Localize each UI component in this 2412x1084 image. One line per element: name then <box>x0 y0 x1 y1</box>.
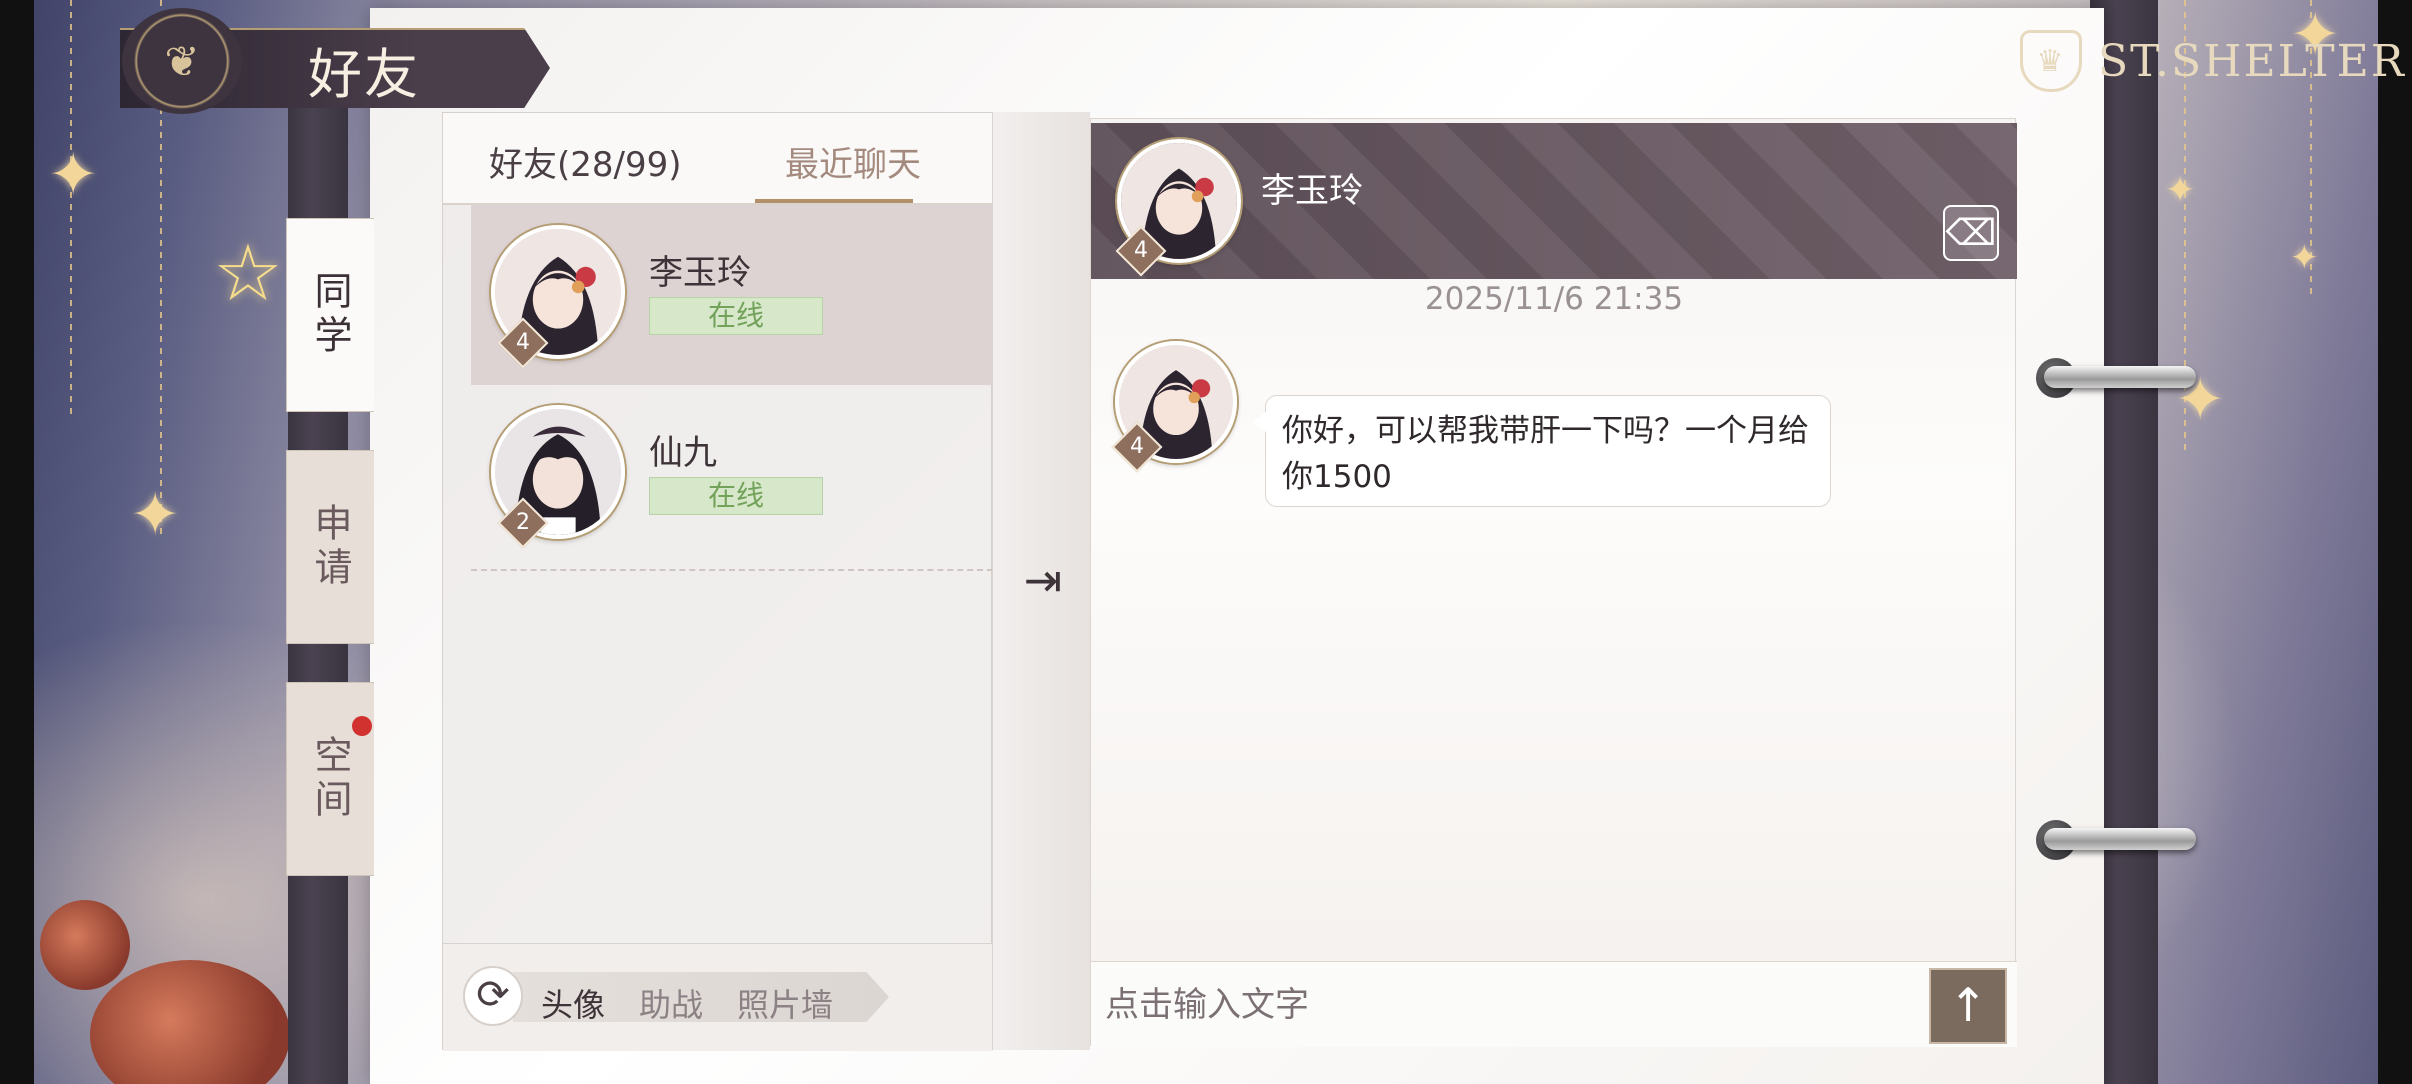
decor-string <box>70 0 72 420</box>
friend-list-panel: 好友(28/99) 最近聊天 4 李玉玲 在线 2 仙九 在线 ⟳ 头像 助战 … <box>442 112 993 1051</box>
page-title: 好友 <box>308 43 420 106</box>
brand-text: ST.SHELTER <box>2098 35 2406 87</box>
chat-input[interactable] <box>1105 978 1905 1032</box>
side-tab-space[interactable]: 空间 <box>286 682 374 876</box>
footer-tab-assist[interactable]: 助战 <box>639 980 703 1026</box>
friend-list-footer: ⟳ 头像 助战 照片墙 <box>443 943 993 1051</box>
chat-panel: 4 李玉玲 ⌫ 2025/11/6 21:35 4 你好，可以帮我带肝一下吗？一… <box>1090 118 2017 1047</box>
friend-name: 李玉玲 <box>649 253 751 293</box>
star-icon: ✦ <box>48 140 99 210</box>
footer-tab-avatar[interactable]: 头像 <box>541 980 605 1026</box>
status-badge: 在线 <box>649 477 823 515</box>
side-tab-classmates[interactable]: 同学 <box>286 218 374 412</box>
rose-decoration <box>90 960 290 1084</box>
tab-recent-chats[interactable]: 最近聊天 <box>785 137 921 186</box>
status-badge: 在线 <box>649 297 823 335</box>
footer-tab-photo-wall[interactable]: 照片墙 <box>737 980 833 1026</box>
notification-dot <box>352 716 372 736</box>
star-icon: ✦ <box>2165 170 2196 211</box>
binder-ring <box>2044 366 2196 388</box>
side-tab-requests[interactable]: 申请 <box>286 450 374 644</box>
star-icon: ✦ <box>130 480 181 550</box>
rose-decoration <box>40 900 130 990</box>
arrow-up-icon[interactable]: ↑ <box>1929 968 2007 1044</box>
star-icon: ✦ <box>2290 238 2319 278</box>
active-tab-indicator <box>755 199 913 203</box>
game-screen: ✦ ✦ ✦ ✦ ✦ ✦ ♛ ST.SHELTER ❦ 好友 ☆ 同学 申请 空间… <box>0 0 2412 1084</box>
crest-icon: ♛ <box>2020 30 2082 92</box>
collapse-panel[interactable]: ⇥ <box>992 112 1090 1050</box>
list-divider <box>471 569 993 571</box>
chat-input-bar: ↑ <box>1091 961 2017 1047</box>
friend-name: 仙九 <box>649 433 717 473</box>
clear-broom-icon[interactable]: ⌫ <box>1943 205 1999 261</box>
message-bubble: 你好，可以帮我带肝一下吗？一个月给你1500 <box>1252 395 1831 507</box>
friend-row[interactable]: 2 仙九 在线 <box>471 385 993 565</box>
letterbox-right <box>2378 0 2412 1084</box>
friend-row[interactable]: 4 李玉玲 在线 <box>471 205 993 385</box>
tab-friends[interactable]: 好友(28/99) <box>489 137 682 186</box>
letterbox-left <box>0 0 34 1084</box>
refresh-icon[interactable]: ⟳ <box>463 966 523 1026</box>
collapse-list-icon[interactable]: ⇥ <box>1015 552 1071 608</box>
brand-logo: ♛ ST.SHELTER <box>2020 26 2406 96</box>
friend-list-tabs: 好友(28/99) 最近聊天 <box>443 113 993 205</box>
chat-header: 4 李玉玲 ⌫ <box>1091 123 2017 279</box>
message-timestamp: 2025/11/6 21:35 <box>1424 281 1684 317</box>
star-icon: ☆ <box>213 229 283 319</box>
binder-ring <box>2044 828 2196 850</box>
chat-partner-name: 李玉玲 <box>1261 171 1363 211</box>
butterfly-icon[interactable]: ❦ <box>122 8 242 114</box>
